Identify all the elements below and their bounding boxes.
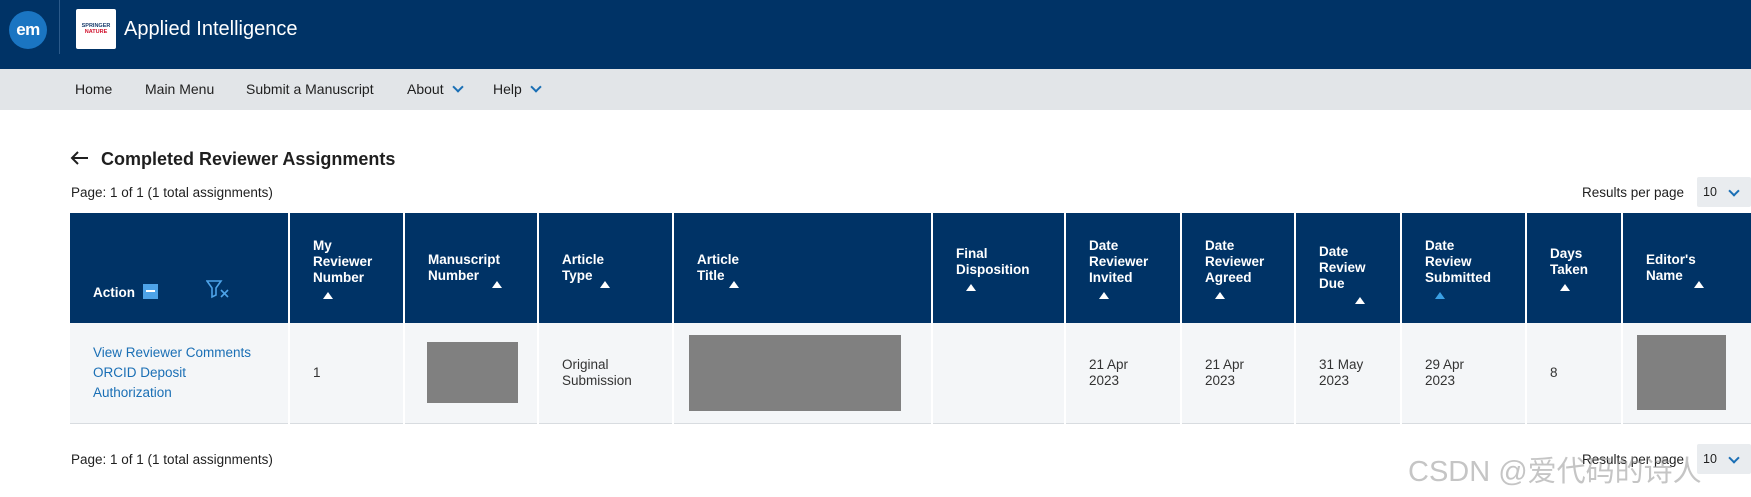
cell-days-taken: 8 — [1526, 323, 1623, 424]
nav-main-menu[interactable]: Main Menu — [145, 81, 214, 97]
col-reviewer-number[interactable]: My Reviewer Number — [289, 213, 405, 323]
orcid-deposit-link[interactable]: ORCID Deposit — [93, 363, 288, 383]
nav-about[interactable]: About — [407, 80, 464, 97]
cell-date-agreed: 21 Apr 2023 — [1181, 323, 1296, 424]
sort-ascending-icon[interactable] — [1099, 291, 1109, 299]
pager-status-top: Page: 1 of 1 (1 total assignments) — [71, 185, 273, 200]
view-reviewer-comments-link[interactable]: View Reviewer Comments — [93, 343, 288, 363]
cell-manuscript-number — [404, 323, 539, 424]
col-editor-name-label: Editor's Name — [1646, 252, 1696, 283]
publisher-logo-line-2: NATURE — [84, 29, 108, 35]
cell-final-disposition — [932, 323, 1066, 424]
sort-ascending-icon[interactable] — [729, 280, 739, 288]
col-date-agreed[interactable]: Date Reviewer Agreed — [1181, 213, 1296, 323]
results-per-page-label-top: Results per page — [1582, 185, 1685, 200]
results-per-page-value: 10 — [1703, 452, 1717, 466]
col-article-type[interactable]: Article Type — [538, 213, 674, 323]
nav-help-label: Help — [493, 81, 522, 97]
cell-date-due: 31 May 2023 — [1295, 323, 1402, 424]
col-days-taken-label: Days Taken — [1550, 245, 1589, 277]
sort-active-icon[interactable] — [1435, 291, 1445, 299]
col-date-submitted[interactable]: Date Review Submitted — [1401, 213, 1527, 323]
col-date-invited-label: Date Reviewer Invited — [1089, 237, 1149, 285]
cell-article-title — [673, 323, 933, 424]
col-action: Action — [70, 213, 290, 323]
date-submitted-text: 29 Apr 2023 — [1425, 356, 1465, 388]
main-nav: Home Main Menu Submit a Manuscript About… — [0, 69, 1751, 110]
table-header-row: Action My Reviewer Number Manuscript Num… — [70, 213, 1751, 323]
nav-home[interactable]: Home — [75, 81, 112, 97]
col-date-due[interactable]: Date Review Due — [1295, 213, 1402, 323]
col-manuscript-number-label: Manuscript Number — [428, 252, 501, 283]
cell-reviewer-number: 1 — [289, 323, 405, 424]
redacted-editor-name — [1637, 335, 1726, 411]
col-editor-name[interactable]: Editor's Name — [1622, 213, 1751, 323]
journal-title: Applied Intelligence — [124, 18, 298, 40]
chevron-down-icon — [451, 80, 464, 93]
cell-editor-name — [1622, 323, 1751, 424]
results-per-page-select-bottom[interactable]: 10 — [1697, 444, 1751, 474]
col-date-due-label: Date Review Due — [1319, 244, 1366, 291]
col-final-disposition-label: Final Disposition — [956, 245, 1030, 277]
cell-actions: View Reviewer Comments ORCID Deposit Aut… — [70, 323, 290, 424]
col-days-taken[interactable]: Days Taken — [1526, 213, 1623, 323]
col-date-submitted-label: Date Review Submitted — [1425, 237, 1491, 285]
nav-home-label: Home — [75, 81, 113, 97]
authorization-link[interactable]: Authorization — [93, 383, 288, 403]
sort-ascending-icon[interactable] — [1355, 296, 1365, 304]
em-logo[interactable]: em — [9, 11, 47, 49]
collapse-icon[interactable] — [142, 283, 158, 299]
nav-about-label: About — [407, 81, 444, 97]
nav-submit-manuscript-label: Submit a Manuscript — [246, 81, 374, 97]
col-article-type-label: Article Type — [562, 252, 605, 283]
cell-date-invited: 21 Apr 2023 — [1065, 323, 1182, 424]
col-article-title[interactable]: Article Title — [673, 213, 933, 323]
page-title: Completed Reviewer Assignments — [101, 149, 396, 169]
clear-filter-icon[interactable] — [206, 279, 230, 299]
sort-ascending-icon[interactable] — [1560, 283, 1570, 291]
springer-nature-logo: SPRINGER NATURE — [76, 9, 116, 49]
table-row: View Reviewer Comments ORCID Deposit Aut… — [70, 323, 1751, 424]
nav-submit-manuscript[interactable]: Submit a Manuscript — [246, 81, 374, 97]
col-date-agreed-label: Date Reviewer Agreed — [1205, 237, 1265, 285]
col-article-title-label: Article Title — [697, 252, 740, 283]
sort-ascending-icon[interactable] — [1215, 291, 1225, 299]
watermark: CSDN @爱代码的诗人 — [1408, 456, 1702, 488]
app-header: em SPRINGER NATURE Applied Intelligence — [0, 0, 1751, 69]
sort-ascending-icon[interactable] — [492, 280, 502, 288]
date-invited-text: 21 Apr 2023 — [1089, 356, 1129, 388]
nav-help[interactable]: Help — [493, 80, 542, 97]
sort-ascending-icon[interactable] — [966, 283, 976, 291]
date-agreed-text: 21 Apr 2023 — [1205, 356, 1245, 388]
results-per-page-select-top[interactable]: 10 — [1697, 177, 1751, 207]
sort-ascending-icon[interactable] — [1694, 280, 1704, 288]
col-final-disposition[interactable]: Final Disposition — [932, 213, 1066, 323]
col-reviewer-number-label: My Reviewer Number — [313, 237, 373, 285]
redacted-manuscript-number — [427, 342, 518, 404]
col-manuscript-number[interactable]: Manuscript Number — [404, 213, 539, 323]
date-due-text: 31 May 2023 — [1319, 356, 1364, 388]
header-divider — [59, 0, 60, 54]
chevron-down-icon — [1728, 185, 1740, 197]
article-type-text: Original Submission — [562, 356, 632, 388]
cell-date-submitted: 29 Apr 2023 — [1401, 323, 1527, 424]
redacted-article-title — [689, 334, 901, 411]
chevron-down-icon — [530, 80, 542, 93]
col-date-invited[interactable]: Date Reviewer Invited — [1065, 213, 1182, 323]
back-arrow-icon[interactable] — [70, 148, 90, 168]
pager-status-bottom: Page: 1 of 1 (1 total assignments) — [71, 452, 273, 467]
sort-ascending-icon[interactable] — [323, 291, 333, 299]
chevron-down-icon — [1728, 452, 1740, 464]
assignments-table: Action My Reviewer Number Manuscript Num… — [70, 213, 1751, 425]
col-action-label: Action — [93, 285, 135, 300]
results-per-page-value: 10 — [1703, 185, 1717, 199]
nav-main-menu-label: Main Menu — [145, 81, 215, 97]
sort-ascending-icon[interactable] — [600, 280, 610, 288]
cell-article-type: Original Submission — [538, 323, 674, 424]
